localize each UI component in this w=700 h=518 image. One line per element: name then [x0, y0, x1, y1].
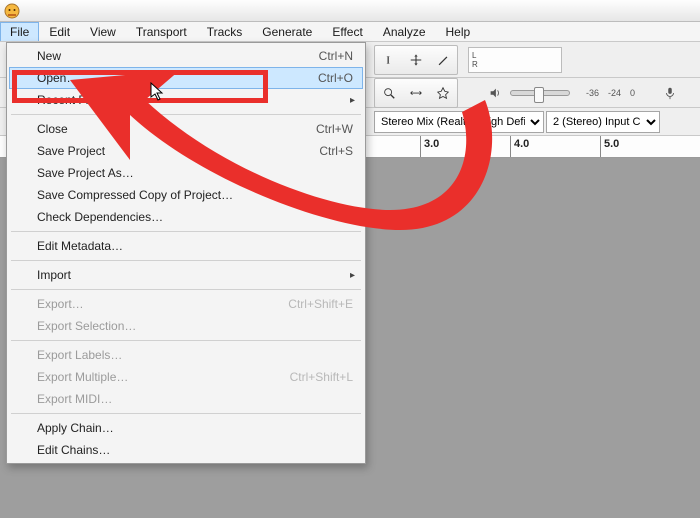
file-menu-item[interactable]: Edit Chains… — [9, 439, 363, 461]
output-volume-icon — [482, 80, 508, 106]
zoom-tool-icon[interactable] — [376, 80, 402, 106]
titlebar — [0, 0, 700, 22]
menu-separator — [11, 231, 361, 232]
svg-text:I: I — [386, 55, 390, 66]
ruler-tick: 3.0 — [424, 138, 439, 150]
menu-item-shortcut: Ctrl+Shift+E — [288, 297, 353, 311]
menu-file[interactable]: File — [0, 22, 39, 41]
db-tick: -24 — [608, 88, 621, 98]
menu-separator — [11, 114, 361, 115]
menu-item-label: Save Project As… — [37, 166, 134, 180]
menu-item-label: Edit Chains… — [37, 443, 110, 457]
menu-item-label: Export MIDI… — [37, 392, 112, 406]
menu-separator — [11, 289, 361, 290]
menu-item-label: Export Labels… — [37, 348, 122, 362]
file-menu-item[interactable]: Apply Chain… — [9, 417, 363, 439]
input-device-select[interactable]: Stereo Mix (Realtek High Definit — [374, 111, 544, 133]
tool-group-edit: I — [374, 45, 458, 75]
menu-tracks[interactable]: Tracks — [197, 22, 253, 41]
selection-tool-icon[interactable]: I — [376, 47, 402, 73]
menu-help[interactable]: Help — [436, 22, 481, 41]
envelope-tool-icon[interactable] — [403, 47, 429, 73]
menu-item-shortcut: Ctrl+S — [319, 144, 353, 158]
menu-view[interactable]: View — [80, 22, 126, 41]
input-channels-select[interactable]: 2 (Stereo) Input C — [546, 111, 660, 133]
db-scale: -36 -24 0 — [582, 88, 639, 98]
meter-left-label: L — [472, 51, 561, 60]
menu-item-label: Save Compressed Copy of Project… — [37, 188, 233, 202]
ruler-tick: 5.0 — [604, 138, 619, 150]
draw-tool-icon[interactable] — [430, 47, 456, 73]
db-tick: 0 — [630, 88, 635, 98]
menu-separator — [11, 413, 361, 414]
file-menu-item: Export Multiple… Ctrl+Shift+L — [9, 366, 363, 388]
menu-edit[interactable]: Edit — [39, 22, 80, 41]
menu-generate[interactable]: Generate — [252, 22, 322, 41]
menu-item-shortcut: Ctrl+W — [316, 122, 353, 136]
timeshift-tool-icon[interactable] — [403, 80, 429, 106]
file-menu-item: Export Labels… — [9, 344, 363, 366]
menu-item-shortcut: Ctrl+N — [319, 49, 353, 63]
tool-group-zoom — [374, 78, 458, 108]
menu-analyze[interactable]: Analyze — [373, 22, 436, 41]
menu-separator — [11, 340, 361, 341]
file-menu-item[interactable]: Open… Ctrl+O — [9, 67, 363, 89]
menu-item-label: Close — [37, 122, 68, 136]
meter-right-label: R — [472, 60, 561, 69]
file-menu-item: Export MIDI… — [9, 388, 363, 410]
file-menu-item[interactable]: Save Project As… — [9, 162, 363, 184]
file-menu-item[interactable]: Check Dependencies… — [9, 206, 363, 228]
db-tick: -36 — [586, 88, 599, 98]
menu-item-label: Export Selection… — [37, 319, 136, 333]
file-menu-item[interactable]: New Ctrl+N — [9, 45, 363, 67]
menu-transport[interactable]: Transport — [126, 22, 197, 41]
file-menu-item[interactable]: Recent Files — [9, 89, 363, 111]
file-menu-item[interactable]: Save Compressed Copy of Project… — [9, 184, 363, 206]
file-dropdown: New Ctrl+N Open… Ctrl+O Recent Files Close Ctr… — [6, 42, 366, 464]
menu-item-label: Check Dependencies… — [37, 210, 163, 224]
app-icon — [4, 3, 20, 19]
menu-item-label: Edit Metadata… — [37, 239, 123, 253]
multi-tool-icon[interactable] — [430, 80, 456, 106]
file-menu-item: Export… Ctrl+Shift+E — [9, 293, 363, 315]
menu-item-label: New — [37, 49, 61, 63]
menu-item-label: Apply Chain… — [37, 421, 114, 435]
file-menu-item[interactable]: Import — [9, 264, 363, 286]
menu-effect[interactable]: Effect — [322, 22, 372, 41]
menu-separator — [11, 260, 361, 261]
menu-item-label: Import — [37, 268, 71, 282]
menu-item-shortcut: Ctrl+Shift+L — [290, 370, 353, 384]
file-menu-item: Export Selection… — [9, 315, 363, 337]
meter-box[interactable]: L R — [468, 47, 562, 73]
menu-item-label: Open… — [37, 71, 78, 85]
file-menu-item[interactable]: Save Project Ctrl+S — [9, 140, 363, 162]
ruler-tick: 4.0 — [514, 138, 529, 150]
output-volume-slider[interactable] — [510, 90, 570, 96]
menu-item-label: Export… — [37, 297, 84, 311]
menu-item-label: Export Multiple… — [37, 370, 128, 384]
menubar: File Edit View Transport Tracks Generate… — [0, 22, 700, 42]
menu-item-label: Save Project — [37, 144, 105, 158]
menu-item-shortcut: Ctrl+O — [318, 71, 353, 85]
file-menu-item[interactable]: Close Ctrl+W — [9, 118, 363, 140]
microphone-icon — [657, 80, 683, 106]
menu-item-label: Recent Files — [37, 93, 104, 107]
file-menu-item[interactable]: Edit Metadata… — [9, 235, 363, 257]
